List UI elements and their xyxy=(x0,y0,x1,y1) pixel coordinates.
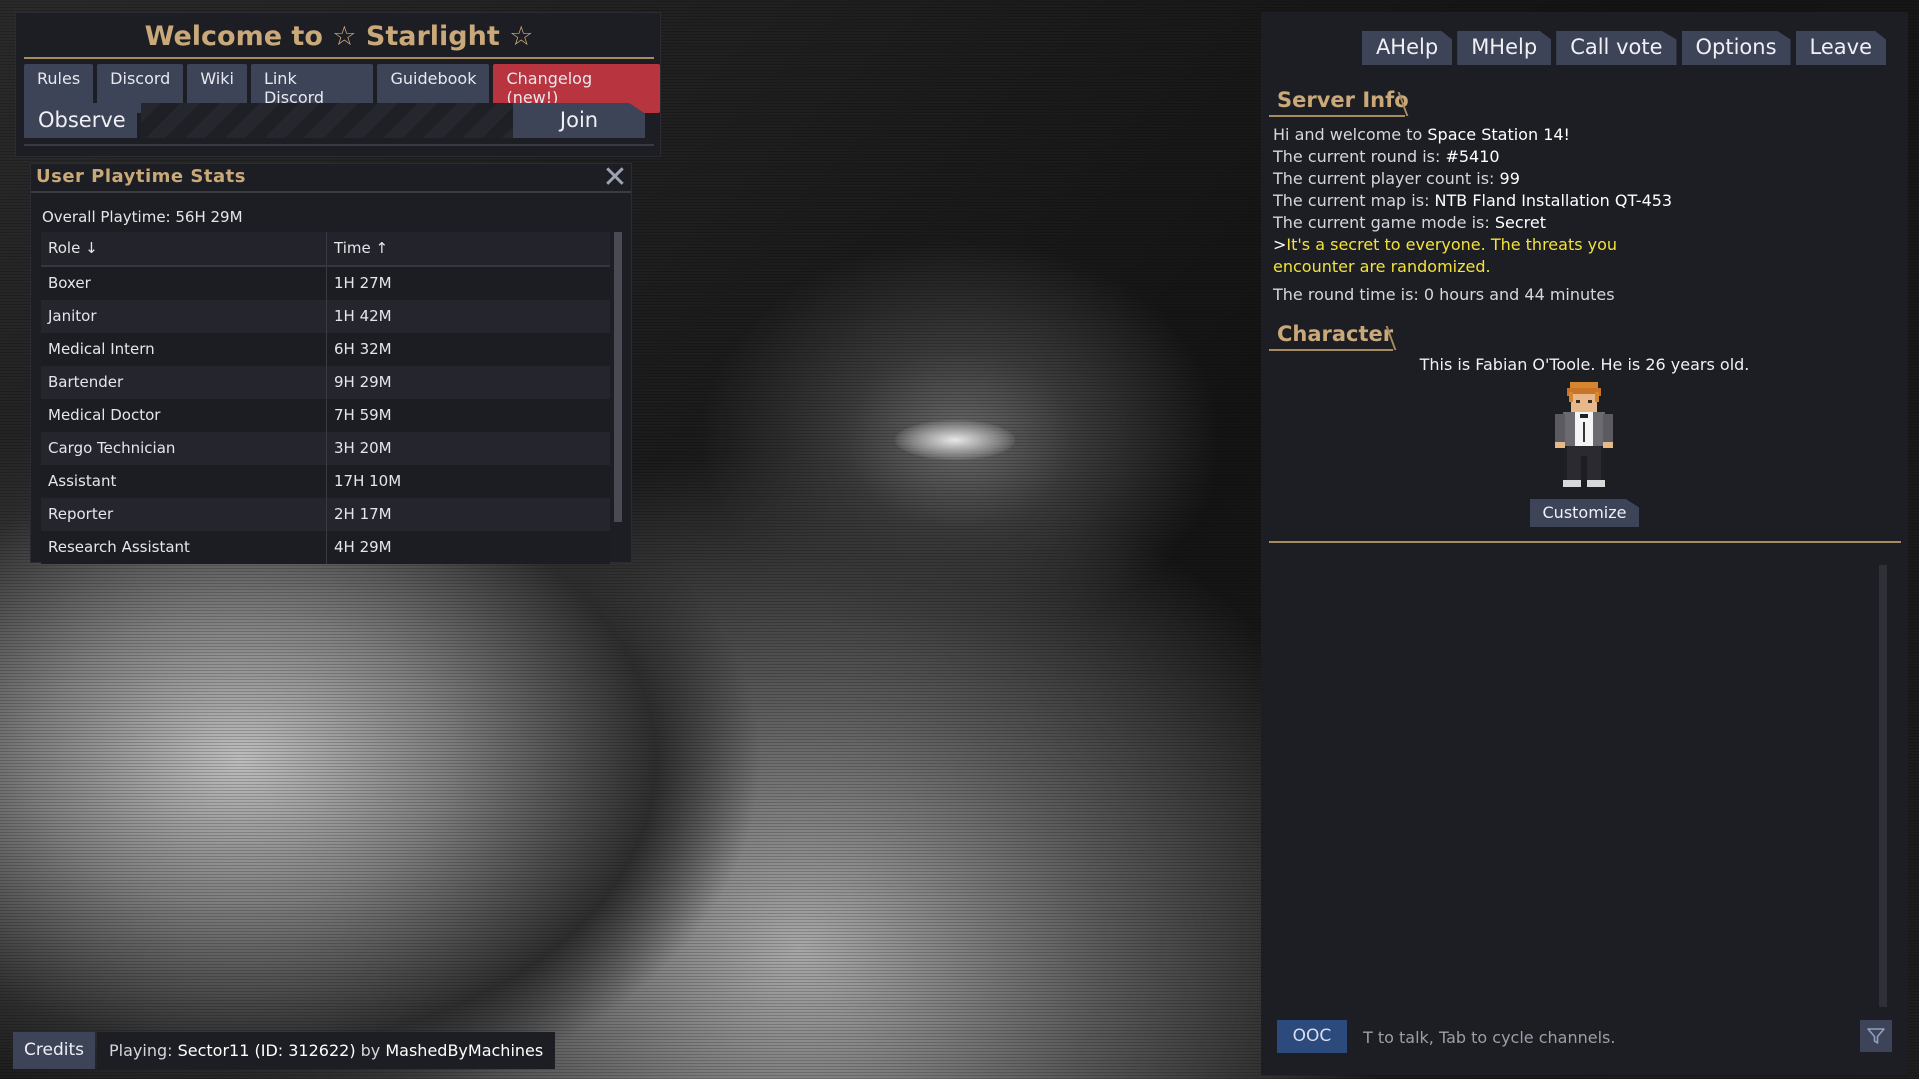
round-time: The round time is: 0 hours and 44 minute… xyxy=(1273,285,1615,304)
chat-scrollbar[interactable] xyxy=(1879,565,1887,1007)
character-underline xyxy=(1269,349,1393,351)
role-cell: Reporter xyxy=(41,498,327,531)
observe-button[interactable]: Observe xyxy=(24,103,137,138)
header-bottom-divider xyxy=(24,144,654,146)
role-cell: Bartender xyxy=(41,366,327,399)
role-cell: Boxer xyxy=(41,267,327,300)
time-cell: 6H 32M xyxy=(334,340,392,358)
chat-input[interactable] xyxy=(1354,1020,1855,1055)
time-cell: 1H 27M xyxy=(334,274,392,292)
character-description: This is Fabian O'Toole. He is 26 years o… xyxy=(1419,355,1750,374)
table-row: Research Assistant 4H 29M xyxy=(41,531,610,564)
map-value: NTB Fland Installation QT-453 xyxy=(1434,191,1673,210)
table-scrollbar-thumb[interactable] xyxy=(614,232,622,522)
leave-button[interactable]: Leave xyxy=(1795,31,1886,65)
right-panel: AHelp MHelp Call vote Options Leave Serv… xyxy=(1261,12,1908,1075)
table-row: Janitor 1H 42M xyxy=(41,300,610,333)
call-vote-button[interactable]: Call vote xyxy=(1556,31,1677,65)
chat-log[interactable] xyxy=(1270,562,1890,1007)
role-cell: Janitor xyxy=(41,300,327,333)
role-cell: Assistant xyxy=(41,465,327,498)
server-info-underline xyxy=(1269,115,1405,117)
lobby-header-panel: Welcome to ☆ Starlight ☆ Rules Discord W… xyxy=(15,12,661,157)
round-value: #5410 xyxy=(1445,147,1500,166)
top-button-bar: AHelp MHelp Call vote Options Leave xyxy=(1361,31,1886,65)
table-row: Assistant 17H 10M xyxy=(41,465,610,498)
welcome-title: Welcome to ☆ Starlight ☆ xyxy=(144,21,534,52)
character-divider xyxy=(1269,541,1901,543)
mode-description-line1: It's a secret to everyone. The threats y… xyxy=(1286,235,1618,254)
title-divider xyxy=(24,57,654,59)
role-column-header[interactable]: Role ↓ xyxy=(41,232,327,265)
time-cell: 7H 59M xyxy=(334,406,392,424)
role-cell: Medical Intern xyxy=(41,333,327,366)
time-cell: 4H 29M xyxy=(334,538,392,556)
round-prefix: The current round is: xyxy=(1273,147,1446,166)
chat-channel-selector[interactable]: OOC xyxy=(1277,1020,1347,1053)
server-info-title: Server Info xyxy=(1277,88,1409,112)
customize-button[interactable]: Customize xyxy=(1530,499,1639,527)
chat-filter-button[interactable] xyxy=(1860,1020,1892,1052)
stats-title-divider xyxy=(31,191,631,193)
table-row: Boxer 1H 27M xyxy=(41,267,610,300)
ahelp-button[interactable]: AHelp xyxy=(1361,31,1453,65)
time-cell: 9H 29M xyxy=(334,373,392,391)
playing-by: by xyxy=(355,1041,386,1060)
welcome-prefix: Hi and welcome to xyxy=(1273,125,1428,144)
players-value: 99 xyxy=(1499,169,1520,188)
mode-value: Secret xyxy=(1494,213,1546,232)
background-art xyxy=(895,420,1015,460)
hatch-decoration xyxy=(141,103,526,138)
time-cell: 1H 42M xyxy=(334,307,392,325)
playtime-stats-title: User Playtime Stats xyxy=(36,166,246,187)
role-cell: Research Assistant xyxy=(41,531,327,564)
table-row: Reporter 2H 17M xyxy=(41,498,610,531)
filter-icon xyxy=(1867,1028,1885,1044)
mode-description-line2: encounter are randomized. xyxy=(1273,257,1491,276)
mhelp-button[interactable]: MHelp xyxy=(1457,31,1552,65)
character-title: Character xyxy=(1277,322,1394,346)
close-icon[interactable]: ✕ xyxy=(601,163,629,193)
server-name: Space Station 14! xyxy=(1427,125,1570,144)
character-sprite xyxy=(1555,382,1613,487)
role-cell: Cargo Technician xyxy=(41,432,327,465)
credits-button[interactable]: Credits xyxy=(13,1032,95,1069)
mode-prefix: The current game mode is: xyxy=(1273,213,1495,232)
players-prefix: The current player count is: xyxy=(1273,169,1500,188)
table-row: Medical Intern 6H 32M xyxy=(41,333,610,366)
playing-prefix: Playing: xyxy=(109,1041,178,1060)
table-row: Cargo Technician 3H 20M xyxy=(41,432,610,465)
table-row: Medical Doctor 7H 59M xyxy=(41,399,610,432)
table-scrollbar[interactable] xyxy=(614,232,622,522)
table-row: Bartender 9H 29M xyxy=(41,366,610,399)
options-button[interactable]: Options xyxy=(1681,31,1791,65)
playtime-stats-window: User Playtime Stats ✕ Overall Playtime: … xyxy=(30,163,632,564)
playtime-table: Role ↓ Time ↑ Boxer 1H 27M Janitor 1H 42M … xyxy=(41,232,610,577)
time-column-header[interactable]: Time ↑ xyxy=(327,232,610,265)
playing-track: Sector11 (ID: 312622) xyxy=(177,1041,356,1060)
role-cell: Medical Doctor xyxy=(41,399,327,432)
time-cell: 3H 20M xyxy=(334,439,392,457)
time-cell: 2H 17M xyxy=(334,505,392,523)
time-cell: 17H 10M xyxy=(334,472,402,490)
table-body: Boxer 1H 27M Janitor 1H 42M Medical Intern… xyxy=(41,267,610,577)
overall-playtime: Overall Playtime: 56H 29M xyxy=(42,208,243,226)
server-info-text: Hi and welcome to Space Station 14! The … xyxy=(1273,124,1893,306)
playing-artist: MashedByMachines xyxy=(385,1041,544,1060)
join-button[interactable]: Join xyxy=(513,103,645,138)
map-prefix: The current map is: xyxy=(1273,191,1435,210)
now-playing: Playing: Sector11 (ID: 312622) by Mashed… xyxy=(97,1032,556,1069)
table-header: Role ↓ Time ↑ xyxy=(41,232,610,267)
